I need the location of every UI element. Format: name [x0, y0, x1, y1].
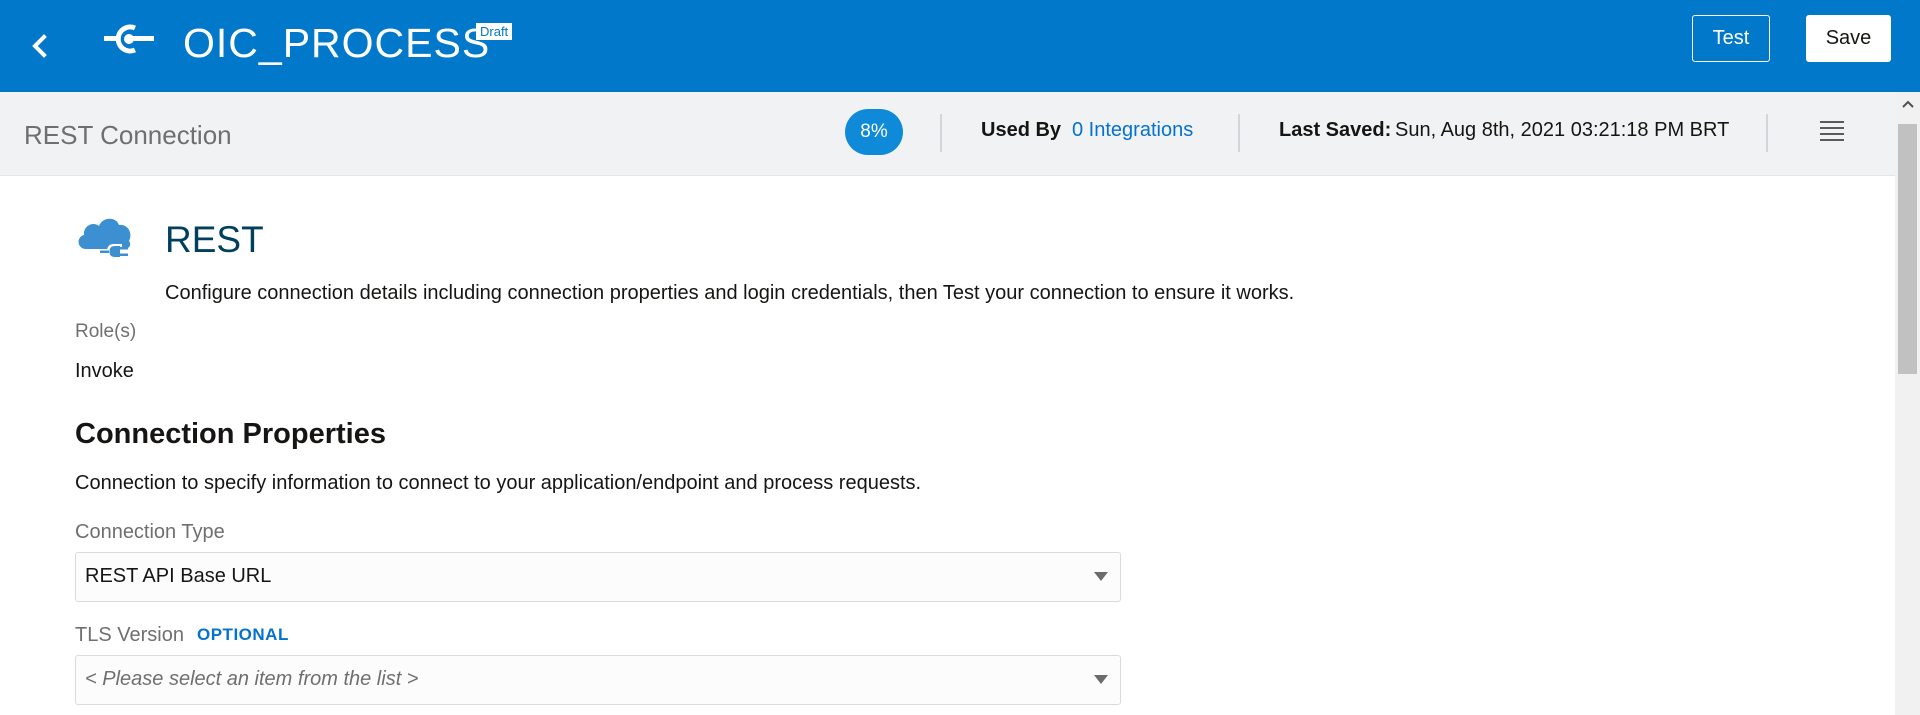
divider [940, 114, 942, 152]
integration-logo-icon [104, 24, 154, 54]
hamburger-menu-icon [1820, 121, 1844, 141]
divider [1766, 114, 1768, 152]
roles-value: Invoke [75, 360, 134, 382]
progress-badge: 8% [845, 109, 903, 155]
divider [1238, 114, 1240, 152]
connection-type-value: REST API Base URL [85, 565, 272, 587]
used-by-label: Used By [981, 119, 1062, 141]
optional-tag: OPTIONAL [197, 625, 289, 644]
roles-label: Role(s) [75, 321, 137, 342]
test-button[interactable]: Test [1692, 15, 1770, 62]
chevron-left-icon [32, 34, 47, 58]
connection-type-select[interactable]: REST API Base URL [75, 552, 1121, 602]
status-badge: Draft [476, 23, 513, 40]
scrollbar-thumb[interactable] [1898, 124, 1917, 374]
connection-type-label: Connection Type [75, 521, 225, 543]
tls-version-select[interactable]: < Please select an item from the list > [75, 655, 1121, 705]
connection-toolbar: REST Connection 8% Used By 0 Integration… [0, 92, 1895, 176]
integration-title: OIC_PROCESS [183, 20, 491, 66]
tls-version-label: TLS Version [75, 624, 184, 646]
back-button[interactable] [20, 26, 60, 66]
page-title: REST Connection [24, 120, 232, 150]
last-saved-label: Last Saved: [1279, 119, 1392, 141]
connector-description: Configure connection details including c… [165, 282, 1295, 304]
tls-version-placeholder: < Please select an item from the list > [85, 668, 419, 690]
chevron-up-icon [1901, 100, 1914, 108]
section-description: Connection to specify information to con… [75, 472, 922, 494]
last-saved-value: Sun, Aug 8th, 2021 03:21:18 PM BRT [1395, 119, 1730, 141]
menu-button[interactable] [1818, 118, 1848, 144]
cloud-plug-icon [78, 218, 131, 259]
caret-down-icon [1094, 675, 1108, 684]
section-title: Connection Properties [75, 418, 386, 450]
caret-down-icon [1094, 572, 1108, 581]
connector-name: REST [165, 219, 264, 260]
save-button[interactable]: Save [1806, 15, 1891, 62]
vertical-scrollbar[interactable] [1895, 92, 1920, 715]
app-header: OIC_PROCESS Draft Test Save [0, 0, 1920, 92]
scroll-up-button[interactable] [1895, 92, 1920, 116]
used-by-integrations-link[interactable]: 0 Integrations [1072, 119, 1193, 142]
